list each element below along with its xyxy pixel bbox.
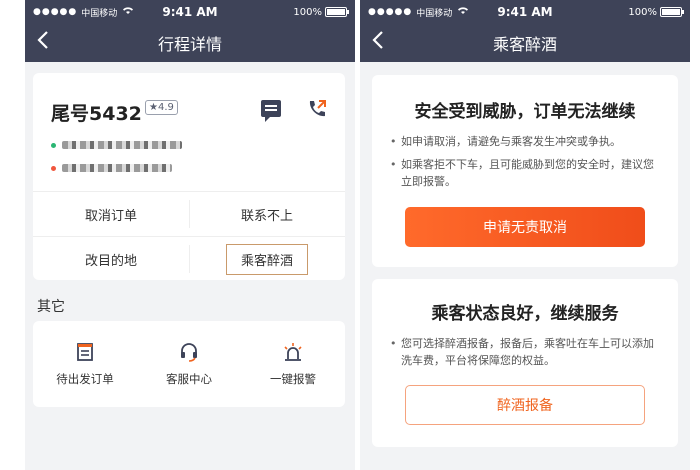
customer-service-label: 客服中心 [166, 372, 212, 386]
good-state-title: 乘客状态良好，继续服务 [431, 304, 619, 324]
good-state-tip: 您可选择醉酒报备，报备后，乘客吐在车上可以添加洗车费，平台将保障您的权益。 [390, 335, 662, 369]
request-free-cancel-button[interactable]: 申请无责取消 [405, 207, 645, 247]
headset-icon [181, 343, 197, 362]
action-row: 取消订单 联系不上 [33, 191, 345, 236]
back-button[interactable] [372, 30, 384, 56]
battery-icon [660, 7, 684, 17]
rating-badge: ★4.9 [145, 100, 178, 115]
battery-icon [325, 7, 349, 17]
threat-card: 安全受到威胁，订单无法继续 如申请取消，请避免与乘客发生冲突或争执。 如乘客拒不… [372, 75, 678, 267]
alarm-light-icon [284, 343, 302, 361]
action-grid: 取消订单 联系不上 改目的地 乘客醉酒 [33, 191, 345, 281]
pickup-dot [51, 142, 56, 148]
pickup-address [51, 141, 182, 149]
drunk-passenger-button[interactable]: 乘客醉酒 [189, 237, 345, 281]
cancel-order-button[interactable]: 取消订单 [33, 192, 189, 236]
chevron-left-icon [37, 31, 48, 49]
status-bar: ●●●●● 中国移动 9:41 AM 100% [25, 0, 355, 24]
good-state-tips: 您可选择醉酒报备，报备后，乘客吐在车上可以添加洗车费，平台将保障您的权益。 [390, 335, 662, 375]
change-destination-button[interactable]: 改目的地 [33, 237, 189, 281]
back-button[interactable] [37, 30, 49, 56]
dropoff-address [51, 164, 172, 172]
action-row: 改目的地 乘客醉酒 [33, 236, 345, 281]
dropoff-address-blurred [62, 164, 172, 172]
nav-bar: 乘客醉酒 [360, 24, 690, 62]
other-card: 待出发订单 客服中心 一键报警 [33, 321, 345, 407]
emergency-alarm-button[interactable]: 一键报警 [241, 321, 345, 407]
page-title: 行程详情 [157, 35, 222, 54]
order-list-icon [77, 343, 93, 361]
good-state-card: 乘客状态良好，继续服务 您可选择醉酒报备，报备后，乘客吐在车上可以添加洗车费，平… [372, 279, 678, 447]
pending-orders-button[interactable]: 待出发订单 [33, 321, 137, 407]
call-icon[interactable] [305, 97, 329, 121]
message-icon[interactable] [261, 100, 281, 122]
status-time: 9:41 AM [497, 5, 553, 19]
pickup-address-blurred [62, 141, 182, 149]
header: ●●●●● 中国移动 9:41 AM 100% 行程详情 [25, 0, 355, 62]
trip-card: 尾号5432 ★4.9 取消订单 联系不上 改目的地 乘客醉酒 [33, 73, 345, 280]
threat-tips: 如申请取消，请避免与乘客发生冲突或争执。 如乘客拒不下车，且可能威胁到您的安全时… [390, 133, 662, 196]
status-bar: ●●●●● 中国移动 9:41 AM 100% [360, 0, 690, 24]
header: ●●●●● 中国移动 9:41 AM 100% 乘客醉酒 [360, 0, 690, 62]
dropoff-dot [51, 165, 56, 171]
threat-tip: 如乘客拒不下车，且可能威胁到您的安全时，建议您立即报警。 [390, 156, 662, 190]
customer-service-button[interactable]: 客服中心 [137, 321, 241, 407]
threat-title: 安全受到威胁，订单无法继续 [414, 102, 636, 122]
cannot-contact-button[interactable]: 联系不上 [189, 192, 345, 236]
drunk-report-button[interactable]: 醉酒报备 [405, 385, 645, 425]
license-plate: 尾号5432 [51, 103, 142, 125]
chevron-left-icon [372, 31, 383, 49]
pending-orders-label: 待出发订单 [56, 372, 114, 386]
other-section-title: 其它 [37, 299, 65, 315]
nav-bar: 行程详情 [25, 24, 355, 62]
threat-tip: 如申请取消，请避免与乘客发生冲突或争执。 [390, 133, 662, 150]
page-title: 乘客醉酒 [492, 35, 557, 54]
status-time: 9:41 AM [162, 5, 218, 19]
drunk-passenger-screen: ●●●●● 中国移动 9:41 AM 100% 乘客醉酒 安全受到威胁，订单无法… [360, 0, 690, 470]
emergency-alarm-label: 一键报警 [270, 372, 316, 386]
trip-detail-screen: ●●●●● 中国移动 9:41 AM 100% 行程详情 尾号5432 ★4.9 [25, 0, 355, 470]
